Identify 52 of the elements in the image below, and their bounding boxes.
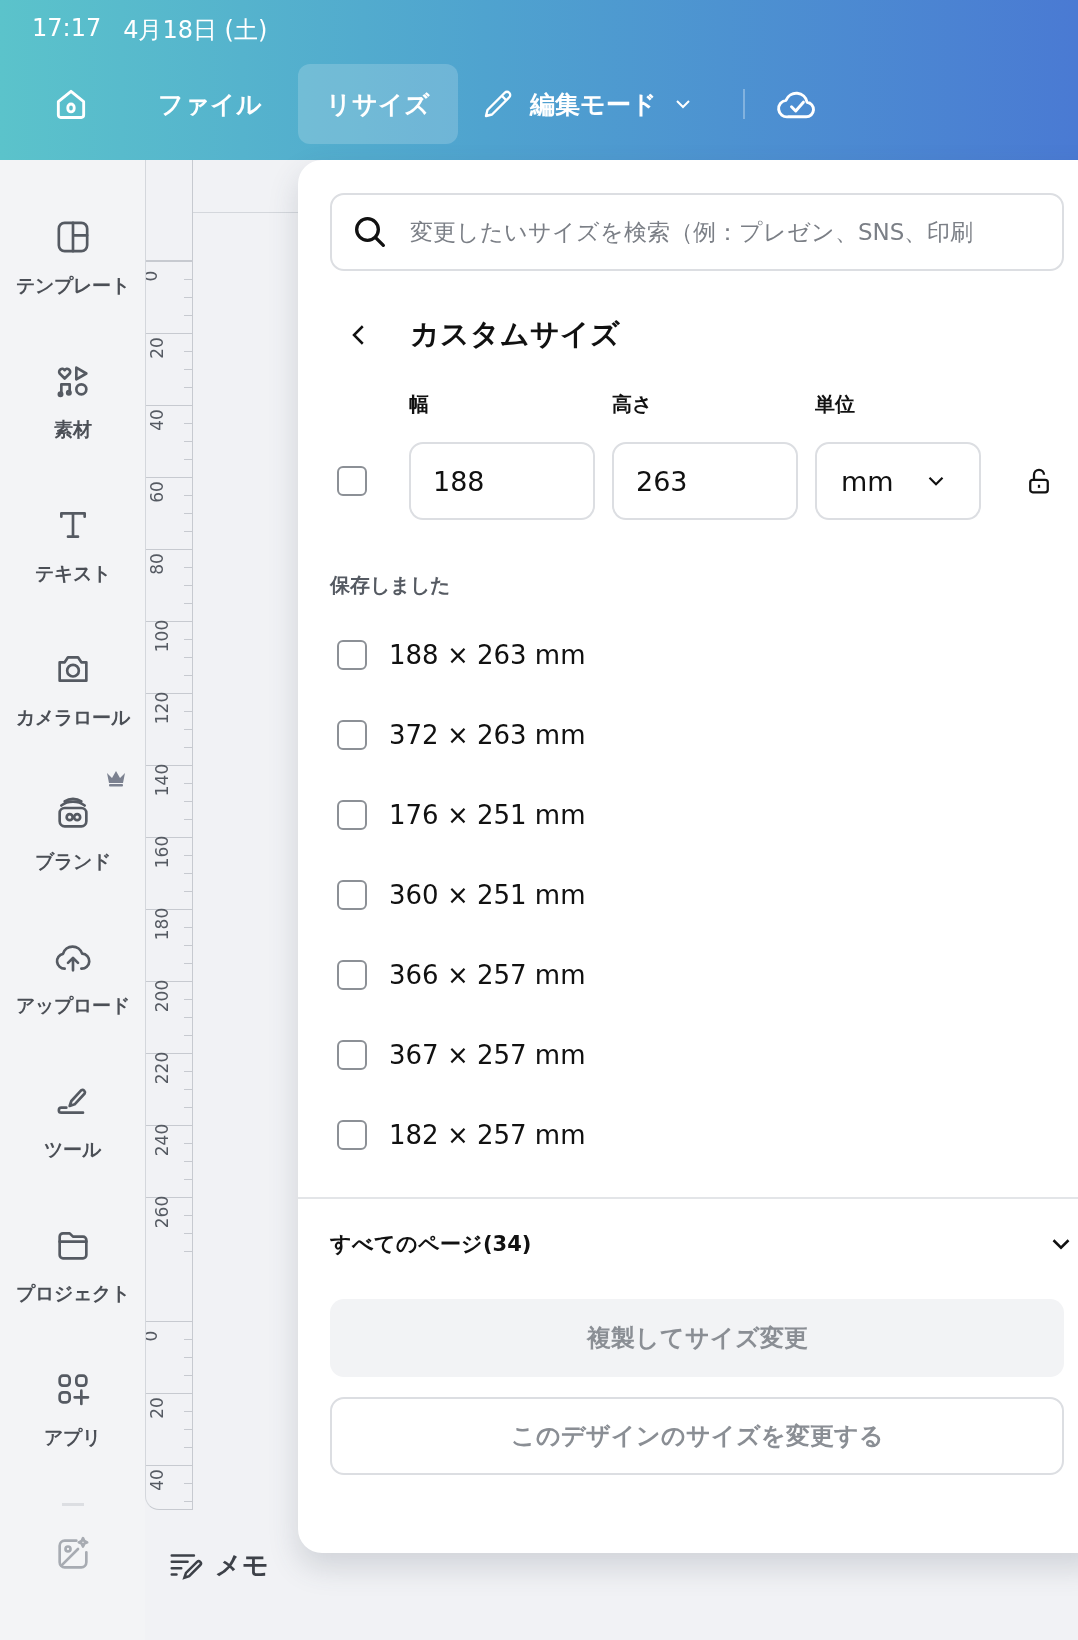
sidebar-item[interactable]: カメラロール: [0, 645, 145, 789]
ruler-mark: 140: [152, 763, 173, 797]
ruler-mark: 260: [152, 1195, 173, 1229]
checkbox[interactable]: [337, 1120, 367, 1150]
ruler-mark: 20: [146, 337, 167, 359]
saved-size-option[interactable]: 366 × 257 mm: [330, 935, 1066, 1015]
sidebar-item[interactable]: アプリ: [0, 1365, 145, 1509]
ruler-mark: 40: [146, 1469, 167, 1491]
saved-size-option[interactable]: 367 × 257 mm: [330, 1015, 1066, 1095]
ruler-mark: 180: [152, 907, 173, 941]
memo-button[interactable]: メモ: [167, 1546, 269, 1584]
saved-size-option[interactable]: 372 × 263 mm: [330, 695, 1066, 775]
ruler-mark: 240: [152, 1123, 173, 1157]
sidebar-item[interactable]: プロジェクト: [0, 1221, 145, 1365]
pages-dropdown[interactable]: すべてのページ(34): [330, 1199, 1076, 1259]
status-time: 17:17: [32, 14, 102, 44]
checkbox[interactable]: [337, 880, 367, 910]
checkbox[interactable]: [337, 640, 367, 670]
search-field[interactable]: 変更したいサイズを検索（例：プレゼン、SNS、印刷: [330, 193, 1064, 271]
saved-size-option[interactable]: 182 × 257 mm: [330, 1095, 1066, 1175]
unit-dropdown[interactable]: mm: [815, 442, 981, 520]
ruler-mark: 80: [146, 553, 167, 575]
field-label: 幅: [409, 391, 430, 418]
ruler-mark: 40: [146, 409, 167, 431]
ruler-mark: 200: [152, 979, 173, 1013]
height-field[interactable]: 263: [612, 442, 798, 520]
ruler-mark: 60: [146, 481, 167, 503]
ruler-mark: 220: [152, 1051, 173, 1085]
checkbox[interactable]: [337, 720, 367, 750]
sidebar-item[interactable]: ツール: [0, 1077, 145, 1221]
ruler-mark: 160: [152, 835, 173, 869]
panel-title: カスタムサイズ: [410, 316, 620, 353]
checkbox[interactable]: [337, 960, 367, 990]
section-heading: 保存しました: [330, 572, 451, 599]
checkbox[interactable]: [337, 1040, 367, 1070]
status-date: 4月18日 (土): [123, 15, 268, 46]
sidebar-item[interactable]: 素材: [0, 357, 145, 501]
sidebar-item[interactable]: ブランド: [0, 789, 145, 933]
field-label: 高さ: [612, 391, 653, 418]
saved-size-option[interactable]: 176 × 251 mm: [330, 775, 1066, 855]
ruler-mark: 120: [152, 691, 173, 725]
checkbox[interactable]: [337, 800, 367, 830]
saved-size-option[interactable]: 188 × 263 mm: [330, 615, 1066, 695]
sidebar-item[interactable]: アップロード: [0, 933, 145, 1077]
checkbox[interactable]: [337, 466, 367, 496]
ruler-mark: 100: [152, 619, 173, 653]
sidebar-item[interactable]: テンプレート: [0, 213, 145, 357]
sidebar-item[interactable]: テキスト: [0, 501, 145, 645]
saved-size-option[interactable]: 360 × 251 mm: [330, 855, 1066, 935]
width-field[interactable]: 188: [409, 442, 595, 520]
field-label: 単位: [815, 391, 856, 418]
ruler-mark: 20: [146, 1397, 167, 1419]
